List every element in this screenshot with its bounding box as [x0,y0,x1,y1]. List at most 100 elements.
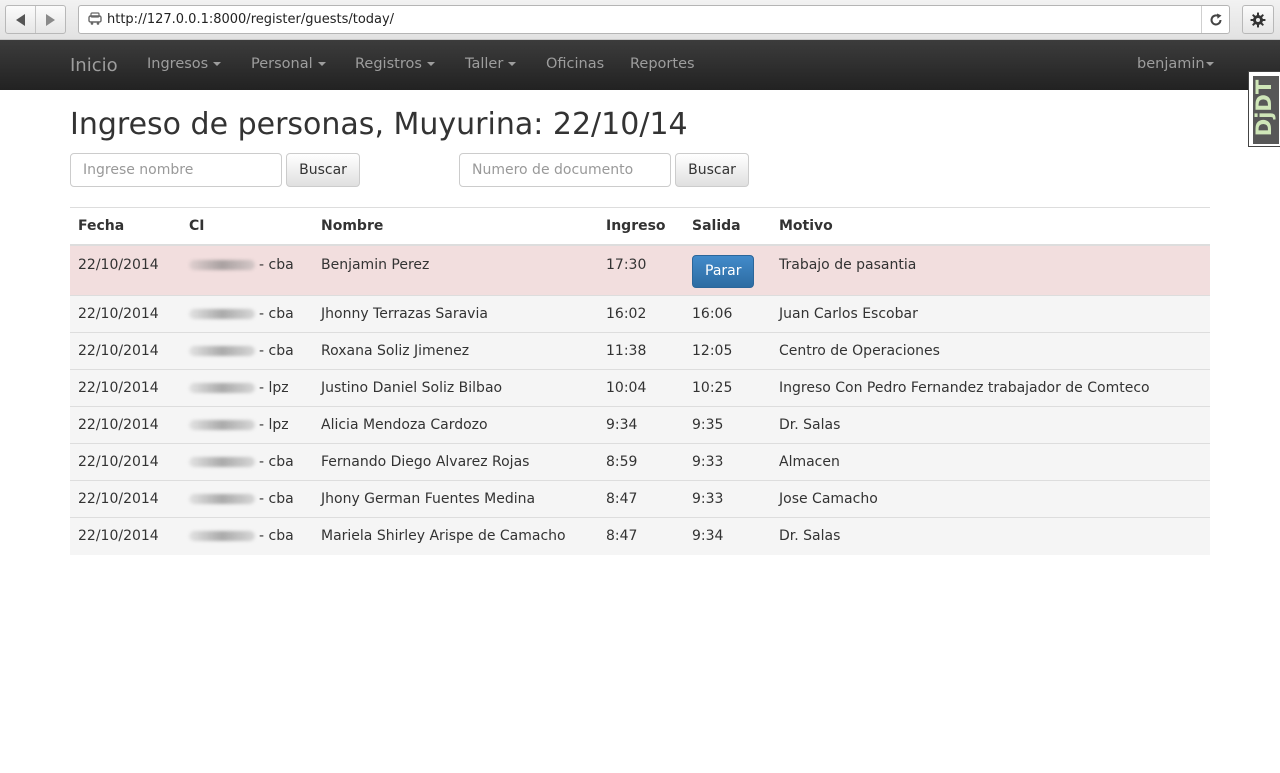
cell-salida: 12:05 [684,332,771,370]
table-row: 22/10/2014 - lpz Justino Daniel Soliz Bilb… [70,369,1210,407]
nav-item-reportes[interactable]: Reportes [630,56,695,72]
cell-fecha: 22/10/2014 [70,369,181,407]
cell-fecha: 22/10/2014 [70,295,181,333]
cell-nombre: Justino Daniel Soliz Bilbao [313,369,598,407]
document-search-input[interactable] [459,153,671,187]
cell-nombre: Roxana Soliz Jimenez [313,332,598,370]
reload-button[interactable] [1201,6,1229,33]
page-icon [88,12,102,25]
ci-suffix: - cba [259,491,294,507]
table-row: 22/10/2014 - cba Roxana Soliz Jimenez 11:38… [70,332,1210,370]
navbar-brand[interactable]: Inicio [70,55,118,76]
back-arrow-icon [16,13,26,26]
table-row: 22/10/2014 - cba Benjamin Perez 17:30 Parar T… [70,244,1210,296]
cell-salida: 10:25 [684,369,771,407]
cell-nombre: Jhony German Fuentes Medina [313,480,598,518]
cell-ingreso: 8:47 [598,480,684,518]
cell-nombre: Mariela Shirley Arispe de Camacho [313,517,598,555]
column-header: Salida [684,207,771,246]
table-header-row: Fecha CI Nombre Ingreso Salida Motivo [70,207,1210,246]
guests-table-container: Fecha CI Nombre Ingreso Salida Motivo 22… [70,207,1210,555]
caret-down-icon [508,62,517,66]
cell-salida: 9:33 [684,480,771,518]
debug-toolbar-handle[interactable]: DjDT [1248,71,1280,147]
cell-motivo: Dr. Salas [771,406,1210,444]
redacted-ci-number [189,420,255,430]
ci-suffix: - lpz [259,417,289,433]
redacted-ci-number [189,531,255,542]
cell-fecha: 22/10/2014 [70,332,181,370]
browser-toolbar: http://127.0.0.1:8000/register/guests/to… [0,0,1280,40]
column-header: Nombre [313,207,598,246]
cell-motivo: Ingreso Con Pedro Fernandez trabajador d… [771,369,1210,407]
nav-item-taller[interactable]: Taller [465,56,517,72]
caret-down-icon [1205,62,1214,66]
cell-nombre: Jhonny Terrazas Saravia [313,295,598,333]
cell-motivo: Trabajo de pasantia [771,244,1210,296]
cell-ci: - cba [181,443,313,481]
cell-fecha: 22/10/2014 [70,480,181,518]
cell-nombre: Alicia Mendoza Cardozo [313,406,598,444]
name-search-input[interactable] [70,153,282,187]
cell-ci: - cba [181,517,313,555]
cell-ingreso: 17:30 [598,244,684,296]
ci-suffix: - cba [259,528,294,545]
cell-ci: - cba [181,295,313,333]
address-bar[interactable]: http://127.0.0.1:8000/register/guests/to… [78,5,1230,34]
document-search-button[interactable]: Buscar [675,153,749,187]
cell-ci: - cba [181,332,313,370]
name-search-button[interactable]: Buscar [286,153,360,187]
settings-button[interactable] [1242,5,1274,34]
back-button[interactable] [6,6,35,33]
nav-item-label: Ingresos [147,56,209,72]
nav-item-oficinas[interactable]: Oficinas [546,56,604,72]
user-menu[interactable]: benjamin [1137,56,1214,72]
cell-ingreso: 8:59 [598,443,684,481]
table-row: 22/10/2014 - lpz Alicia Mendoza Cardozo 9:3… [70,406,1210,444]
redacted-ci-number [189,259,255,270]
table-row: 22/10/2014 - cba Jhony German Fuentes Medi… [70,480,1210,518]
cell-motivo: Almacen [771,443,1210,481]
forward-button[interactable] [35,6,65,33]
guests-table: Fecha CI Nombre Ingreso Salida Motivo 22… [70,207,1210,555]
cell-salida: 9:34 [684,517,771,555]
ci-suffix: - lpz [259,380,289,396]
nav-item-label: Personal [251,56,313,72]
cell-motivo: Juan Carlos Escobar [771,295,1210,333]
stop-button[interactable]: Parar [692,254,755,288]
redacted-ci-number [189,383,255,393]
column-header: Ingreso [598,207,684,246]
cell-fecha: 22/10/2014 [70,443,181,481]
page-title: Ingreso de personas, Muyurina: 22/10/14 [70,107,688,142]
debug-toolbar-label: DjDT [1252,79,1276,137]
cell-motivo: Centro de Operaciones [771,332,1210,370]
cell-ingreso: 8:47 [598,517,684,555]
cell-ci: - lpz [181,406,313,444]
nav-item-personal[interactable]: Personal [251,56,326,72]
cell-ci: - cba [181,480,313,518]
nav-item-registros[interactable]: Registros [355,56,435,72]
column-header: CI [181,207,313,246]
cell-ingreso: 16:02 [598,295,684,333]
redacted-ci-number [189,457,255,467]
caret-down-icon [426,62,435,66]
cell-fecha: 22/10/2014 [70,406,181,444]
history-buttons [5,5,66,34]
reload-icon [1210,13,1221,25]
column-header: Fecha [70,207,181,246]
nav-item-label: Registros [355,56,422,72]
cell-ci: - cba [181,244,313,296]
guests-table-body: 22/10/2014 - cba Benjamin Perez 17:30 Parar T… [70,244,1210,555]
cell-nombre: Fernando Diego Alvarez Rojas [313,443,598,481]
nav-item-ingresos[interactable]: Ingresos [147,56,222,72]
user-name: benjamin [1137,56,1205,72]
table-row: 22/10/2014- cba Jhonny Terrazas Saravia 16… [70,295,1210,333]
cell-ci: - lpz [181,369,313,407]
cell-salida: Parar [684,244,771,296]
cell-ingreso: 9:34 [598,406,684,444]
gear-icon [1250,12,1266,27]
ci-suffix: - cba [259,454,294,470]
table-row: 22/10/2014 - cba Mariela Shirley Arispe de… [70,517,1210,555]
cell-salida: 9:33 [684,443,771,481]
cell-fecha: 22/10/2014 [70,244,181,296]
